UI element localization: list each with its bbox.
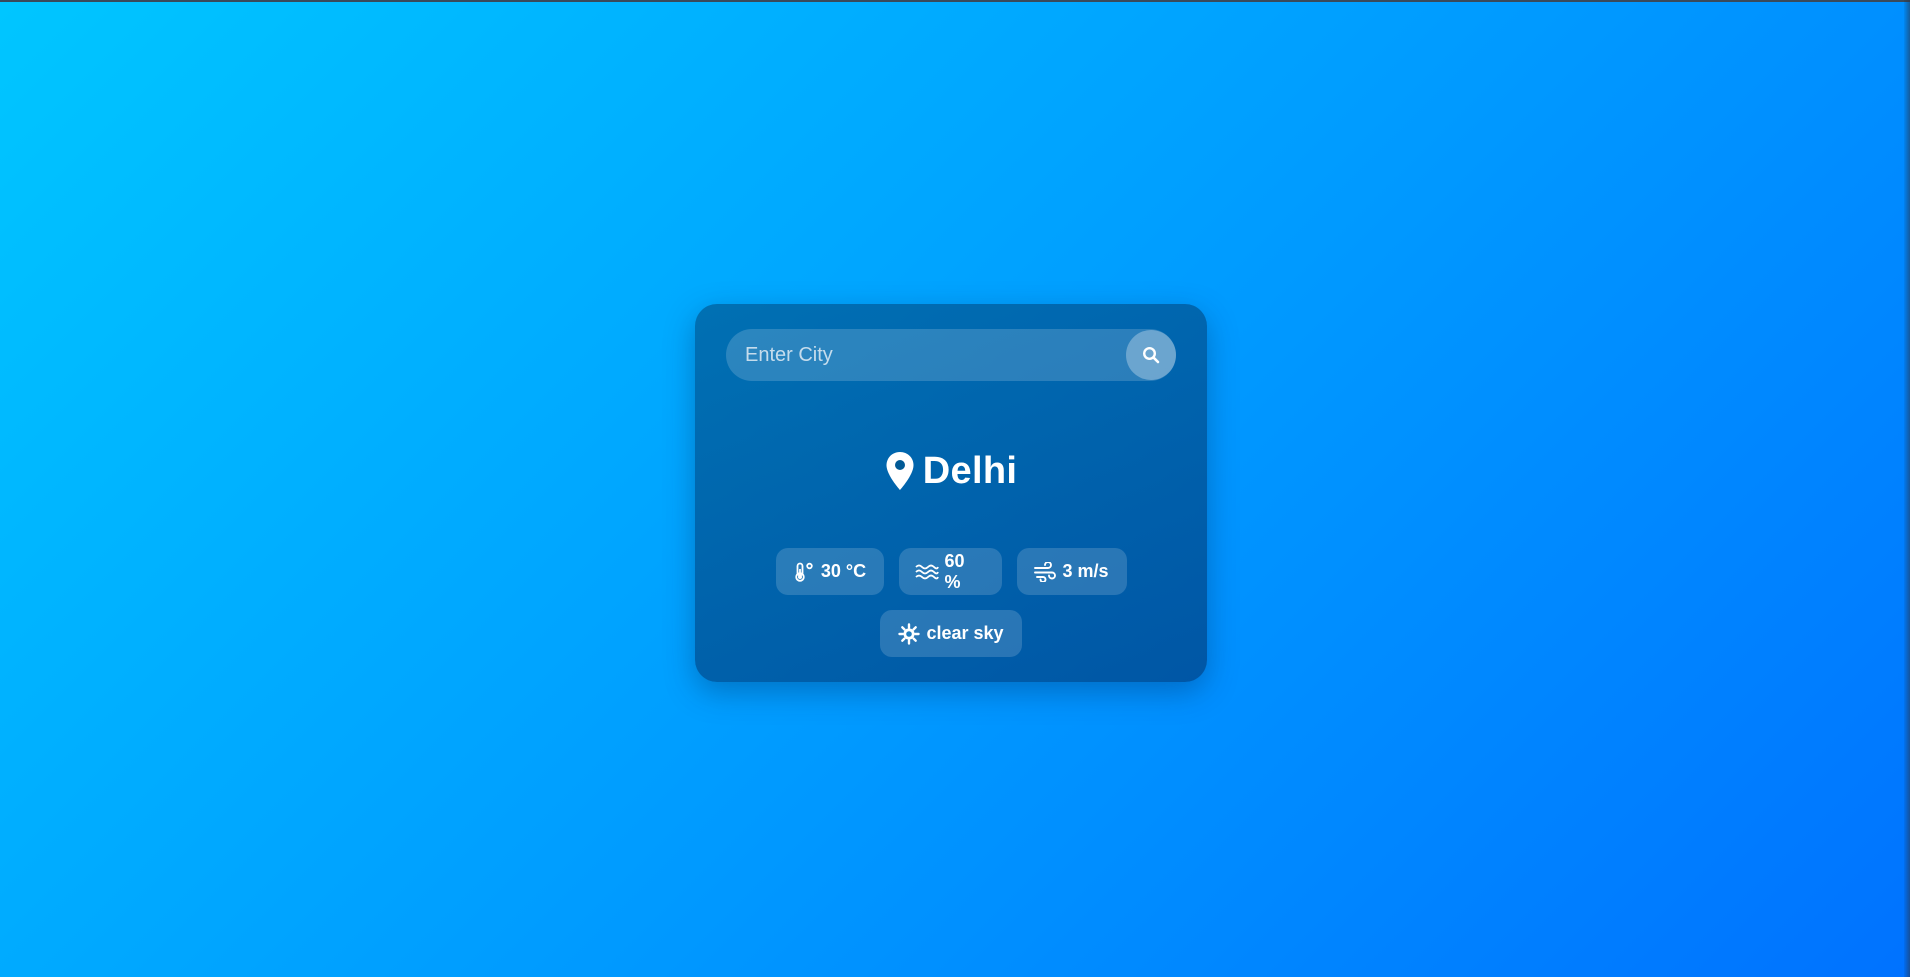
temperature-badge: 30 °C	[775, 548, 884, 595]
weather-stats: 30 °C 60 % 3 m/s	[695, 548, 1207, 595]
city-search-input[interactable]	[726, 329, 1116, 381]
wind-value: 3 m/s	[1062, 561, 1109, 581]
search-bar	[726, 329, 1176, 381]
search-button[interactable]	[1126, 330, 1176, 380]
wind-badge: 3 m/s	[1016, 548, 1127, 595]
city-name: Delhi	[922, 449, 1018, 492]
weather-card: Delhi 30 °C 6	[695, 304, 1207, 682]
window-top-border	[0, 0, 1910, 2]
sun-icon	[898, 622, 921, 645]
temperature-value: 30 °C	[820, 561, 867, 581]
condition-row: clear sky	[695, 610, 1207, 657]
condition-description: clear sky	[926, 623, 1004, 643]
wind-icon	[1034, 561, 1057, 582]
condition-badge: clear sky	[880, 610, 1022, 657]
humidity-badge: 60 %	[898, 548, 1002, 595]
location-pin-icon	[885, 451, 915, 491]
humidity-value: 60 %	[944, 550, 965, 592]
location-heading: Delhi	[695, 446, 1207, 496]
thermometer-icon	[793, 562, 815, 582]
window-right-border	[1904, 0, 1910, 977]
search-icon	[1142, 346, 1160, 364]
water-waves-icon	[914, 564, 939, 580]
